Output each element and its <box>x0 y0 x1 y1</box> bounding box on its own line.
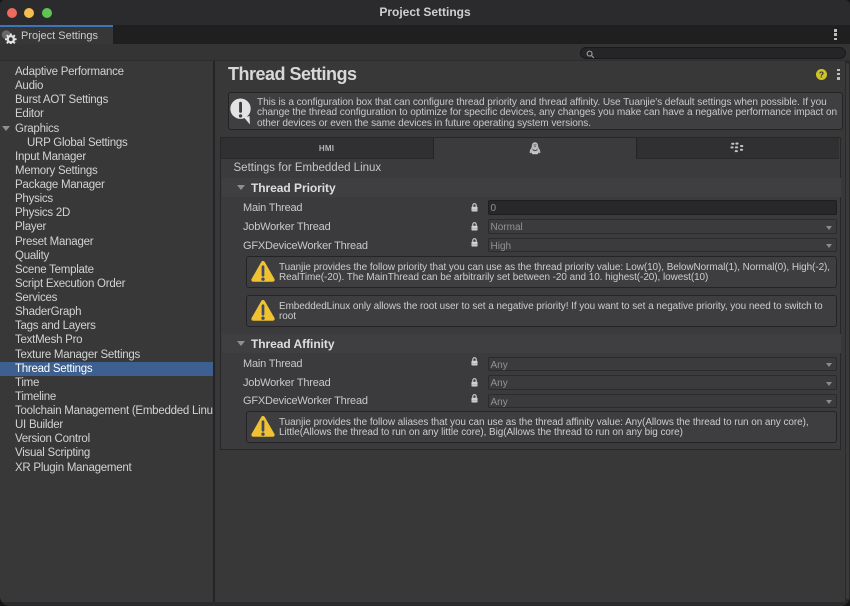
svg-text:?: ? <box>818 69 823 79</box>
